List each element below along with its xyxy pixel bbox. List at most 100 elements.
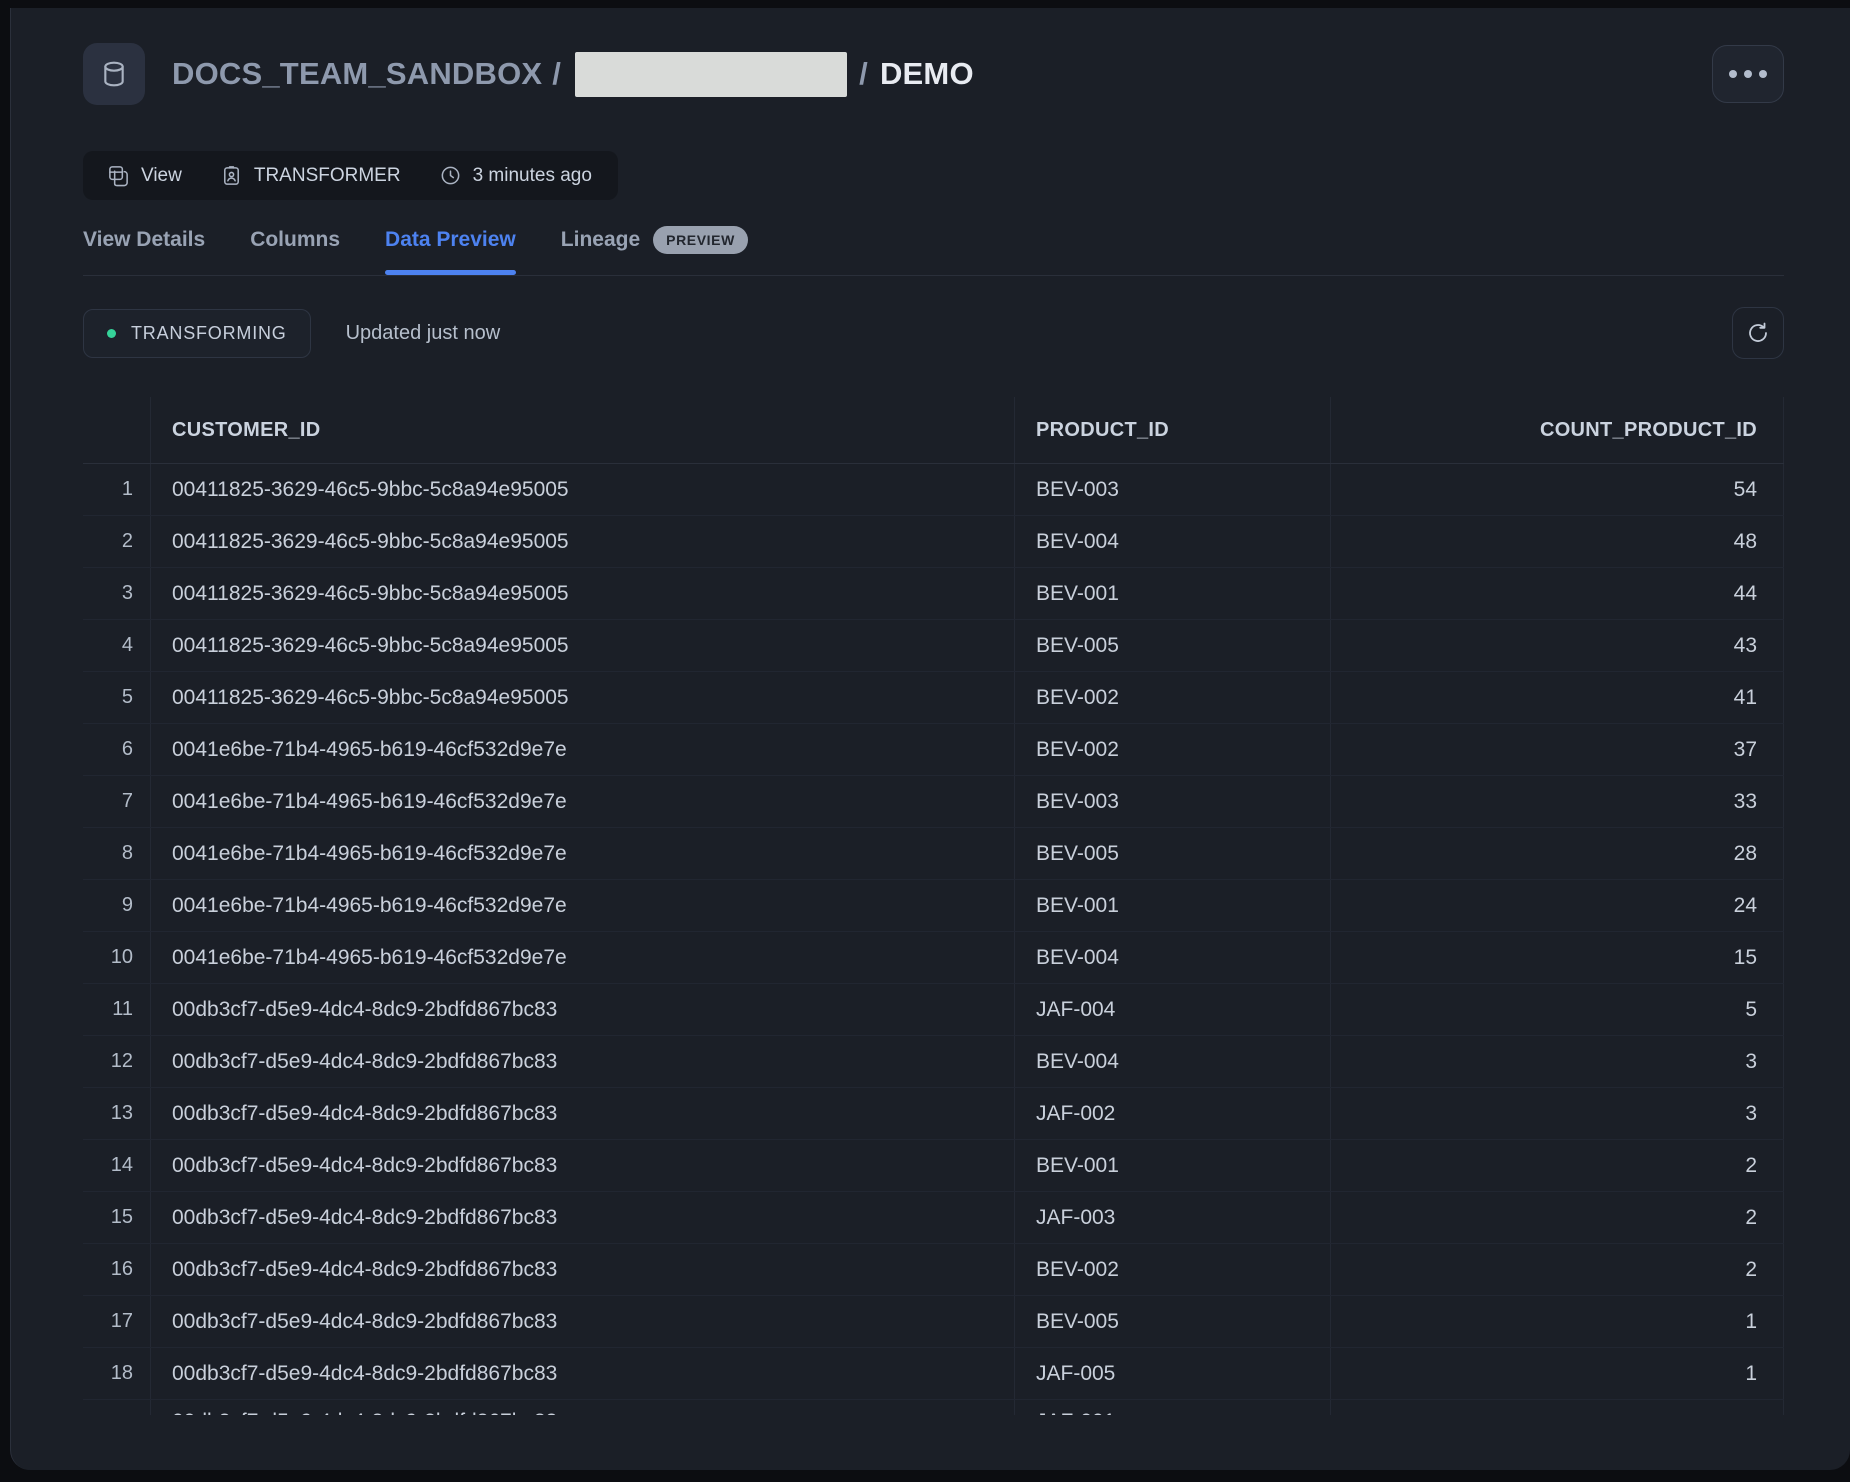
customer-id-cell: 00db3cf7-d5e9-4dc4-8dc9-2bdfd867bc83 — [151, 1088, 1015, 1139]
table-row: 13 00db3cf7-d5e9-4dc4-8dc9-2bdfd867bc83 … — [83, 1088, 1784, 1140]
database-icon — [98, 58, 130, 90]
count-cell: 2 — [1331, 1140, 1784, 1191]
product-id-cell: BEV-002 — [1015, 672, 1331, 723]
count-cell: 37 — [1331, 724, 1784, 775]
customer-id-cell: 00db3cf7-d5e9-4dc4-8dc9-2bdfd867bc83 — [151, 1348, 1015, 1399]
tab-data-preview[interactable]: Data Preview — [385, 228, 516, 273]
status-label: TRANSFORMING — [131, 323, 287, 344]
customer-id-cell: 00411825-3629-46c5-9bbc-5c8a94e95005 — [151, 568, 1015, 619]
status-badge: TRANSFORMING — [83, 309, 311, 358]
product-id-cell: JAF-002 — [1015, 1088, 1331, 1139]
breadcrumb-database: DOCS_TEAM_SANDBOX — [172, 56, 542, 92]
row-number-cell: 2 — [83, 516, 151, 567]
count-cell: 24 — [1331, 880, 1784, 931]
count-cell: 44 — [1331, 568, 1784, 619]
row-number-cell: 3 — [83, 568, 151, 619]
customer-id-cell: 00db3cf7-d5e9-4dc4-8dc9-2bdfd867bc83 — [151, 1296, 1015, 1347]
count-cell: 28 — [1331, 828, 1784, 879]
object-type-label: View — [141, 165, 182, 187]
more-actions-button[interactable] — [1712, 45, 1784, 103]
count-cell: 48 — [1331, 516, 1784, 567]
product-id-cell: JAF-005 — [1015, 1348, 1331, 1399]
updated-text: Updated just now — [346, 322, 501, 345]
row-number-cell: 5 — [83, 672, 151, 723]
page-title: DOCS_TEAM_SANDBOX / / DEMO — [172, 52, 974, 97]
row-number-cell: 11 — [83, 984, 151, 1035]
row-number-cell: 13 — [83, 1088, 151, 1139]
updated-ago-label: 3 minutes ago — [473, 165, 592, 187]
refresh-icon — [1746, 321, 1770, 345]
table-row: 1 00411825-3629-46c5-9bbc-5c8a94e95005 B… — [83, 464, 1784, 516]
row-number-cell: 7 — [83, 776, 151, 827]
product-id-cell: BEV-003 — [1015, 464, 1331, 515]
header-row-number — [83, 397, 151, 463]
table-row: 4 00411825-3629-46c5-9bbc-5c8a94e95005 B… — [83, 620, 1784, 672]
product-id-cell: BEV-005 — [1015, 1296, 1331, 1347]
customer-id-cell: 00db3cf7-d5e9-4dc4-8dc9-2bdfd867bc83 — [151, 984, 1015, 1035]
row-number-cell: 15 — [83, 1192, 151, 1243]
count-cell: 33 — [1331, 776, 1784, 827]
product-id-cell: BEV-002 — [1015, 1244, 1331, 1295]
table-row: 6 0041e6be-71b4-4965-b619-46cf532d9e7e B… — [83, 724, 1784, 776]
table-row: 18 00db3cf7-d5e9-4dc4-8dc9-2bdfd867bc83 … — [83, 1348, 1784, 1400]
more-icon — [1729, 70, 1737, 78]
role-label: TRANSFORMER — [254, 165, 401, 187]
table-row: 10 0041e6be-71b4-4965-b619-46cf532d9e7e … — [83, 932, 1784, 984]
row-number-cell: 8 — [83, 828, 151, 879]
status-row: TRANSFORMING Updated just now — [83, 307, 1784, 359]
count-cell: 41 — [1331, 672, 1784, 723]
header-customer-id: CUSTOMER_ID — [151, 397, 1015, 463]
tab-bar: View Details Columns Data Preview Lineag… — [83, 226, 1784, 276]
count-cell: 5 — [1331, 984, 1784, 1035]
tab-columns[interactable]: Columns — [250, 228, 340, 273]
table-header-row: CUSTOMER_ID PRODUCT_ID COUNT_PRODUCT_ID — [83, 397, 1784, 464]
database-object-tile — [83, 43, 145, 105]
tab-lineage[interactable]: Lineage PREVIEW — [561, 226, 748, 275]
product-id-cell: JAF-004 — [1015, 984, 1331, 1035]
product-id-cell: BEV-004 — [1015, 516, 1331, 567]
customer-id-cell: 00db3cf7-d5e9-4dc4-8dc9-2bdfd867bc83 — [151, 1036, 1015, 1087]
breadcrumb-separator-2: / — [859, 56, 868, 92]
table-row: 14 00db3cf7-d5e9-4dc4-8dc9-2bdfd867bc83 … — [83, 1140, 1784, 1192]
customer-id-cell: 0041e6be-71b4-4965-b619-46cf532d9e7e — [151, 724, 1015, 775]
count-cell: 15 — [1331, 932, 1784, 983]
product-id-cell: BEV-003 — [1015, 776, 1331, 827]
customer-id-cell: 00411825-3629-46c5-9bbc-5c8a94e95005 — [151, 620, 1015, 671]
count-cell: 54 — [1331, 464, 1784, 515]
count-cell: 43 — [1331, 620, 1784, 671]
count-cell: 2 — [1331, 1192, 1784, 1243]
customer-id-cell: 00411825-3629-46c5-9bbc-5c8a94e95005 — [151, 672, 1015, 723]
table-row: 16 00db3cf7-d5e9-4dc4-8dc9-2bdfd867bc83 … — [83, 1244, 1784, 1296]
product-id-cell: BEV-005 — [1015, 620, 1331, 671]
row-number-cell: 6 — [83, 724, 151, 775]
transformer-icon — [220, 164, 243, 187]
customer-id-cell: 0041e6be-71b4-4965-b619-46cf532d9e7e — [151, 880, 1015, 931]
row-number-cell: 4 — [83, 620, 151, 671]
clock-icon — [439, 164, 462, 187]
count-cell: 3 — [1331, 1088, 1784, 1139]
row-number-cell: 10 — [83, 932, 151, 983]
count-cell — [1331, 1400, 1784, 1415]
row-number-cell: 9 — [83, 880, 151, 931]
count-cell: 1 — [1331, 1296, 1784, 1347]
product-id-cell: BEV-005 — [1015, 828, 1331, 879]
row-number-cell: 16 — [83, 1244, 151, 1295]
table-row: 17 00db3cf7-d5e9-4dc4-8dc9-2bdfd867bc83 … — [83, 1296, 1784, 1348]
customer-id-cell: 0041e6be-71b4-4965-b619-46cf532d9e7e — [151, 828, 1015, 879]
tab-view-details[interactable]: View Details — [83, 228, 205, 273]
customer-id-cell: 00db3cf7-d5e9-4dc4-8dc9-2bdfd867bc83 — [151, 1192, 1015, 1243]
object-type-badge: View — [107, 164, 182, 187]
data-preview-table: CUSTOMER_ID PRODUCT_ID COUNT_PRODUCT_ID … — [83, 397, 1784, 1415]
customer-id-cell: 0041e6be-71b4-4965-b619-46cf532d9e7e — [151, 932, 1015, 983]
row-number-cell: 12 — [83, 1036, 151, 1087]
customer-id-cell: 00db3cf7-d5e9-4dc4-8dc9-2bdfd867bc83 — [151, 1400, 1015, 1415]
product-id-cell: BEV-004 — [1015, 1036, 1331, 1087]
refresh-button[interactable] — [1732, 307, 1784, 359]
view-icon — [107, 164, 130, 187]
row-number-cell — [83, 1400, 151, 1415]
header-count-product-id: COUNT_PRODUCT_ID — [1331, 397, 1784, 463]
table-row: 5 00411825-3629-46c5-9bbc-5c8a94e95005 B… — [83, 672, 1784, 724]
table-body: 1 00411825-3629-46c5-9bbc-5c8a94e95005 B… — [83, 464, 1784, 1415]
customer-id-cell: 00db3cf7-d5e9-4dc4-8dc9-2bdfd867bc83 — [151, 1244, 1015, 1295]
count-cell: 2 — [1331, 1244, 1784, 1295]
